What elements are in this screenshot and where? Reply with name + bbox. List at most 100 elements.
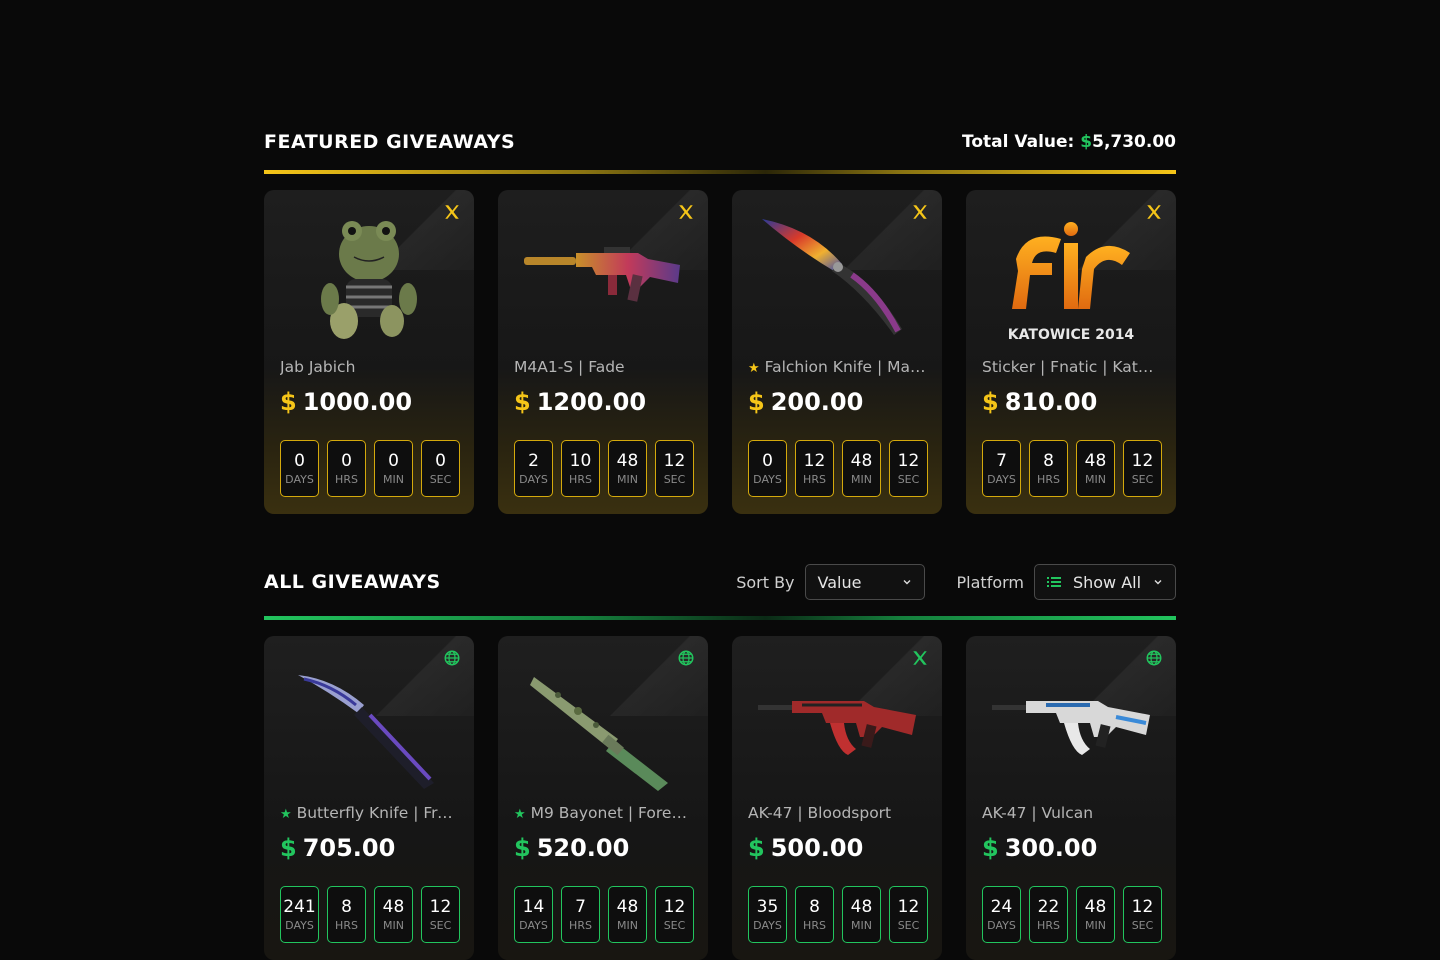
all-giveaways-divider bbox=[264, 616, 1176, 620]
giveaway-card[interactable]: M4A1-S | Fade $1200.00 2 DAYS 10 HRS 48 MIN… bbox=[498, 190, 708, 514]
total-label: Total Value: bbox=[962, 132, 1075, 152]
star-icon: ★ bbox=[280, 807, 292, 822]
sort-select[interactable]: Value bbox=[804, 564, 925, 600]
sort-value: Value bbox=[817, 572, 862, 592]
item-price: $520.00 bbox=[514, 834, 630, 862]
timer-seconds: 12 SEC bbox=[889, 440, 928, 497]
item-price: $300.00 bbox=[982, 834, 1098, 862]
timer-minutes: 48 MIN bbox=[1076, 886, 1115, 943]
timer-minutes: 0 MIN bbox=[374, 440, 413, 497]
timer-days: 14 DAYS bbox=[514, 886, 553, 943]
timer-days: 2 DAYS bbox=[514, 440, 553, 497]
knife-image bbox=[280, 650, 458, 800]
giveaway-card[interactable]: AK-47 | Vulcan $300.00 24 DAYS 22 HRS 48 MI… bbox=[966, 636, 1176, 960]
countdown-timer: 35 DAYS 8 HRS 48 MIN 12 SEC bbox=[748, 886, 928, 943]
timer-seconds: 12 SEC bbox=[1123, 886, 1162, 943]
total-value: Total Value: $5,730.00 bbox=[962, 132, 1176, 152]
item-price: $1000.00 bbox=[280, 388, 413, 416]
star-icon: ★ bbox=[514, 807, 526, 822]
timer-hours: 7 HRS bbox=[561, 886, 600, 943]
timer-seconds: 12 SEC bbox=[655, 440, 694, 497]
platform-value: Show All bbox=[1072, 572, 1142, 592]
countdown-timer: 24 DAYS 22 HRS 48 MIN 12 SEC bbox=[982, 886, 1162, 943]
timer-seconds: 12 SEC bbox=[421, 886, 460, 943]
countdown-timer: 7 DAYS 8 HRS 48 MIN 12 SEC bbox=[982, 440, 1162, 497]
timer-minutes: 48 MIN bbox=[842, 886, 881, 943]
featured-grid: Jab Jabich $1000.00 0 DAYS 0 HRS 0 MIN 0 SEC bbox=[264, 190, 1176, 514]
timer-days: 35 DAYS bbox=[748, 886, 787, 943]
timer-hours: 10 HRS bbox=[561, 440, 600, 497]
giveaway-card[interactable]: ★ Falchion Knife | Marble Fade $200.00 0… bbox=[732, 190, 942, 514]
timer-days: 0 DAYS bbox=[748, 440, 787, 497]
featured-divider bbox=[264, 170, 1176, 174]
timer-seconds: 0 SEC bbox=[421, 440, 460, 497]
rifle-image bbox=[982, 650, 1160, 800]
featured-title: FEATURED GIVEAWAYS bbox=[264, 131, 516, 153]
timer-seconds: 12 SEC bbox=[655, 886, 694, 943]
item-price: $810.00 bbox=[982, 388, 1098, 416]
timer-minutes: 48 MIN bbox=[1076, 440, 1115, 497]
all-giveaways-title: ALL GIVEAWAYS bbox=[264, 571, 441, 593]
total-amount: 5,730.00 bbox=[1092, 132, 1176, 152]
platform-label: Platform bbox=[956, 572, 1024, 592]
item-name: AK-47 | Bloodsport bbox=[748, 804, 892, 822]
star-icon: ★ bbox=[748, 361, 760, 376]
timer-hours: 22 HRS bbox=[1029, 886, 1068, 943]
timer-hours: 8 HRS bbox=[795, 886, 834, 943]
svg-text:KATOWICE 2014: KATOWICE 2014 bbox=[1008, 327, 1135, 343]
featured-section: FEATURED GIVEAWAYS Total Value: $5,730.0… bbox=[264, 122, 1176, 514]
giveaway-card[interactable]: ★ Butterfly Knife | Freehand $705.00 241… bbox=[264, 636, 474, 960]
platform-select[interactable]: Show All bbox=[1034, 564, 1176, 600]
timer-hours: 12 HRS bbox=[795, 440, 834, 497]
timer-days: 7 DAYS bbox=[982, 440, 1021, 497]
timer-seconds: 12 SEC bbox=[1123, 440, 1162, 497]
timer-minutes: 48 MIN bbox=[374, 886, 413, 943]
timer-minutes: 48 MIN bbox=[842, 440, 881, 497]
countdown-timer: 0 DAYS 12 HRS 48 MIN 12 SEC bbox=[748, 440, 928, 497]
timer-days: 241 DAYS bbox=[280, 886, 319, 943]
countdown-timer: 2 DAYS 10 HRS 48 MIN 12 SEC bbox=[514, 440, 694, 497]
filter-controls: Sort By Value Platform Show All bbox=[736, 564, 1176, 600]
sticker-image: KATOWICE 2014 bbox=[982, 204, 1160, 354]
item-name: Sticker | Fnatic | Katowice 2014 bbox=[982, 358, 1162, 376]
item-price: $705.00 bbox=[280, 834, 396, 862]
all-giveaways-header: ALL GIVEAWAYS Sort By Value Platform Sho… bbox=[264, 562, 1176, 602]
timer-seconds: 12 SEC bbox=[889, 886, 928, 943]
item-name: ★ M9 Bayonet | Forest DDPAT bbox=[514, 804, 694, 822]
rifle-image bbox=[748, 650, 926, 800]
plush-frog-image bbox=[280, 204, 458, 354]
timer-days: 0 DAYS bbox=[280, 440, 319, 497]
featured-header: FEATURED GIVEAWAYS Total Value: $5,730.0… bbox=[264, 122, 1176, 162]
giveaway-card[interactable]: KATOWICE 2014 Sticker | Fnatic | Katowic… bbox=[966, 190, 1176, 514]
sort-label: Sort By bbox=[736, 572, 795, 592]
timer-hours: 0 HRS bbox=[327, 440, 366, 497]
countdown-timer: 241 DAYS 8 HRS 48 MIN 12 SEC bbox=[280, 886, 460, 943]
giveaway-card[interactable]: Jab Jabich $1000.00 0 DAYS 0 HRS 0 MIN 0 SEC bbox=[264, 190, 474, 514]
all-giveaways-section: ALL GIVEAWAYS Sort By Value Platform Sho… bbox=[264, 562, 1176, 960]
item-name: M4A1-S | Fade bbox=[514, 358, 625, 376]
countdown-timer: 0 DAYS 0 HRS 0 MIN 0 SEC bbox=[280, 440, 460, 497]
item-price: $1200.00 bbox=[514, 388, 647, 416]
chevron-down-icon bbox=[1154, 580, 1162, 585]
total-currency: $ bbox=[1080, 132, 1093, 152]
rifle-image bbox=[514, 204, 692, 354]
item-name: AK-47 | Vulcan bbox=[982, 804, 1094, 822]
item-price: $500.00 bbox=[748, 834, 864, 862]
item-name: ★ Butterfly Knife | Freehand bbox=[280, 804, 460, 822]
timer-days: 24 DAYS bbox=[982, 886, 1021, 943]
giveaway-card[interactable]: ★ M9 Bayonet | Forest DDPAT $520.00 14DA… bbox=[498, 636, 708, 960]
list-icon bbox=[1047, 577, 1061, 587]
giveaway-card[interactable]: AK-47 | Bloodsport $500.00 35 DAYS 8 HRS 4… bbox=[732, 636, 942, 960]
all-giveaways-grid: ★ Butterfly Knife | Freehand $705.00 241… bbox=[264, 636, 1176, 960]
timer-hours: 8 HRS bbox=[327, 886, 366, 943]
item-name: ★ Falchion Knife | Marble Fade bbox=[748, 358, 928, 376]
item-name: Jab Jabich bbox=[280, 358, 356, 376]
knife-image bbox=[748, 204, 926, 354]
countdown-timer: 14 DAYS 7 HRS 48 MIN 12 SEC bbox=[514, 886, 694, 943]
timer-minutes: 48 MIN bbox=[608, 886, 647, 943]
bayonet-image bbox=[514, 650, 692, 800]
item-price: $200.00 bbox=[748, 388, 864, 416]
timer-minutes: 48 MIN bbox=[608, 440, 647, 497]
chevron-down-icon bbox=[903, 580, 911, 585]
timer-hours: 8 HRS bbox=[1029, 440, 1068, 497]
